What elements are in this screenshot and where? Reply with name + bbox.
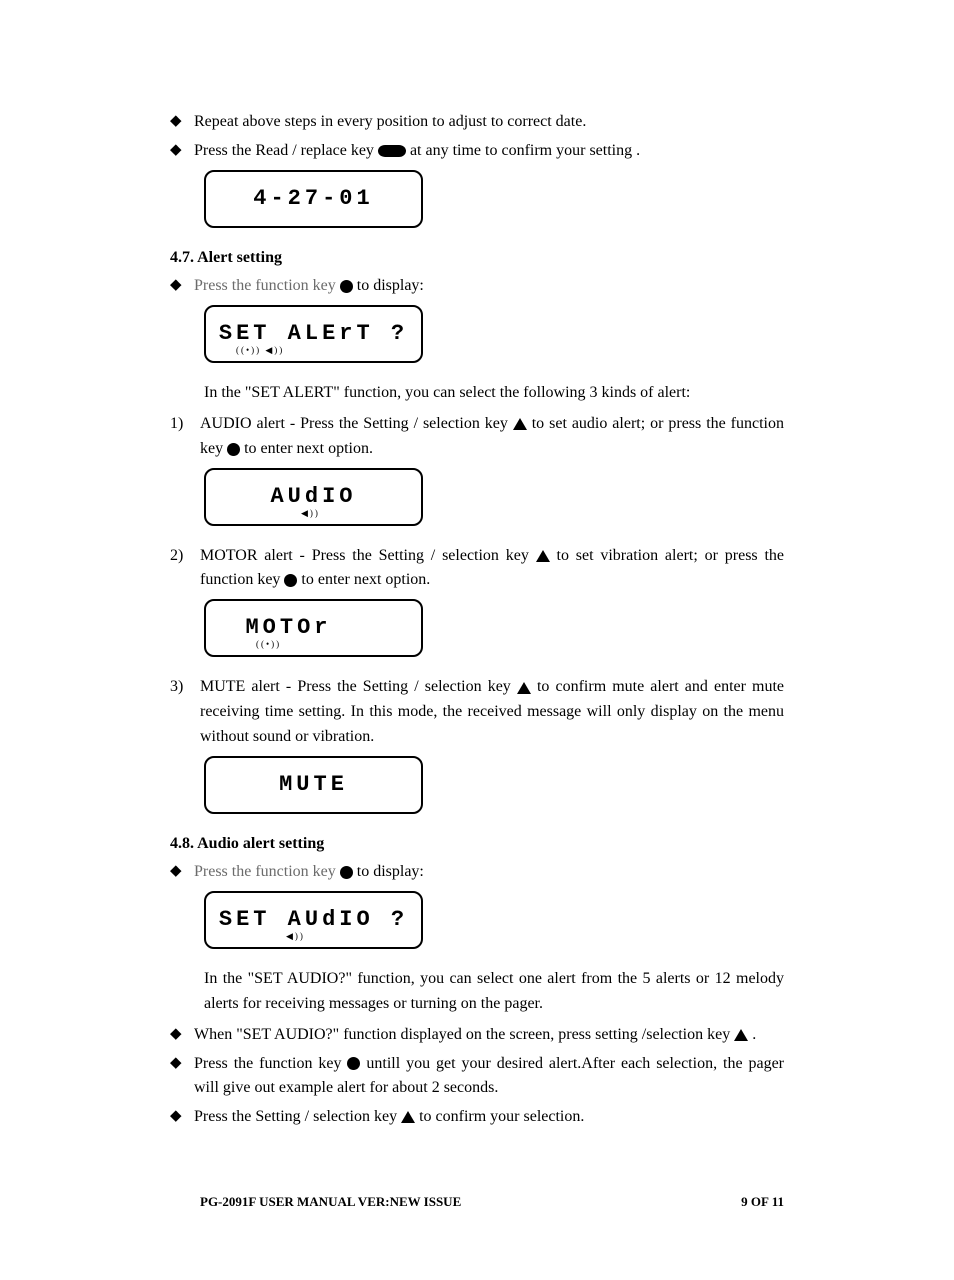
bullet-press-until: ◆ Press the function key untill you get …: [170, 1052, 784, 1102]
item-motor: 2) MOTOR alert - Press the Setting / sel…: [170, 544, 784, 594]
selection-key-icon: [734, 1029, 748, 1041]
text-c: to enter next option.: [244, 440, 373, 457]
lcd-set-audio: SET AUdIO ? ◀)): [204, 891, 423, 949]
heading-alert-setting: 4.7. Alert setting: [170, 246, 784, 271]
lcd-mute: MUTE: [204, 756, 423, 814]
diamond-icon: ◆: [170, 1105, 194, 1130]
diamond-icon: ◆: [170, 139, 194, 164]
item-audio: 1) AUDIO alert - Press the Setting / sel…: [170, 412, 784, 462]
text-a: Press the Setting / selection key: [194, 1108, 401, 1125]
function-key-icon: [347, 1057, 360, 1070]
selection-key-icon: [401, 1111, 415, 1123]
lcd-text: MUTE: [279, 768, 348, 802]
bullet-confirm: ◆ Press the Setting / selection key to c…: [170, 1105, 784, 1130]
diamond-icon: ◆: [170, 1052, 194, 1102]
text-a: Press the function key: [194, 277, 340, 294]
text: Press the Read / replace key at any time…: [194, 139, 784, 164]
bullet-repeat: ◆ Repeat above steps in every position t…: [170, 110, 784, 135]
text-a: When "SET AUDIO?" function displayed on …: [194, 1026, 734, 1043]
text-b: .: [752, 1026, 756, 1043]
text-b: to display:: [357, 863, 424, 880]
audio-desc: In the "SET AUDIO?" function, you can se…: [204, 967, 784, 1017]
list-number: 3): [170, 675, 200, 749]
text-a: Press the Read / replace key: [194, 142, 374, 159]
diamond-icon: ◆: [170, 274, 194, 299]
lcd-date-display: 4-27-01: [204, 170, 423, 228]
text-a: Press the function key: [194, 863, 340, 880]
heading-audio-alert-setting: 4.8. Audio alert setting: [170, 832, 784, 857]
text-b: at any time to confirm your setting .: [410, 142, 640, 159]
lcd-sub-icons: ((•)) ◀)): [236, 344, 284, 358]
function-key-icon: [340, 280, 353, 293]
bullet-press-read: ◆ Press the Read / replace key at any ti…: [170, 139, 784, 164]
function-key-icon: [284, 574, 297, 587]
page-footer: PG-2091F USER MANUAL VER:NEW ISSUE 9 OF …: [0, 1194, 954, 1280]
text-b: to confirm your selection.: [419, 1108, 584, 1125]
bullet-press-function: ◆ Press the function key to display:: [170, 274, 784, 299]
lcd-text: 4-27-01: [253, 182, 373, 216]
selection-key-icon: [517, 682, 531, 694]
diamond-icon: ◆: [170, 860, 194, 885]
bullet-when-set-audio: ◆ When "SET AUDIO?" function displayed o…: [170, 1023, 784, 1048]
alert-intro: In the "SET ALERT" function, you can sel…: [204, 381, 784, 406]
selection-key-icon: [536, 550, 550, 562]
text-a: MUTE alert - Press the Setting / selecti…: [200, 678, 517, 695]
function-key-icon: [227, 443, 240, 456]
selection-key-icon: [513, 418, 527, 430]
function-key-icon: [340, 866, 353, 879]
text-b: to display:: [357, 277, 424, 294]
lcd-sub-icons: ((•)): [256, 638, 281, 652]
bullet-press-function-2: ◆ Press the function key to display:: [170, 860, 784, 885]
diamond-icon: ◆: [170, 110, 194, 135]
list-number: 1): [170, 412, 200, 462]
lcd-motor: MOTOr ((•)): [204, 599, 423, 657]
lcd-audio: AUdIO ◀)): [204, 468, 423, 526]
text: Repeat above steps in every position to …: [194, 110, 784, 135]
text-a: Press the function key: [194, 1055, 347, 1072]
footer-left: PG-2091F USER MANUAL VER:NEW ISSUE: [200, 1194, 461, 1210]
lcd-set-alert: SET ALErT ? ((•)) ◀)): [204, 305, 423, 363]
item-mute: 3) MUTE alert - Press the Setting / sele…: [170, 675, 784, 749]
list-number: 2): [170, 544, 200, 594]
text-c: to enter next option.: [301, 571, 430, 588]
text-a: MOTOR alert - Press the Setting / select…: [200, 547, 536, 564]
read-replace-key-icon: [378, 145, 406, 157]
lcd-sub-icons: ◀)): [301, 507, 320, 521]
text-a: AUDIO alert - Press the Setting / select…: [200, 415, 513, 432]
diamond-icon: ◆: [170, 1023, 194, 1048]
footer-right: 9 OF 11: [741, 1194, 784, 1210]
page-content: ◆ Repeat above steps in every position t…: [0, 0, 954, 1194]
lcd-sub-icons: ◀)): [286, 930, 305, 944]
lcd-text: SET AUdIO ?: [219, 903, 408, 937]
